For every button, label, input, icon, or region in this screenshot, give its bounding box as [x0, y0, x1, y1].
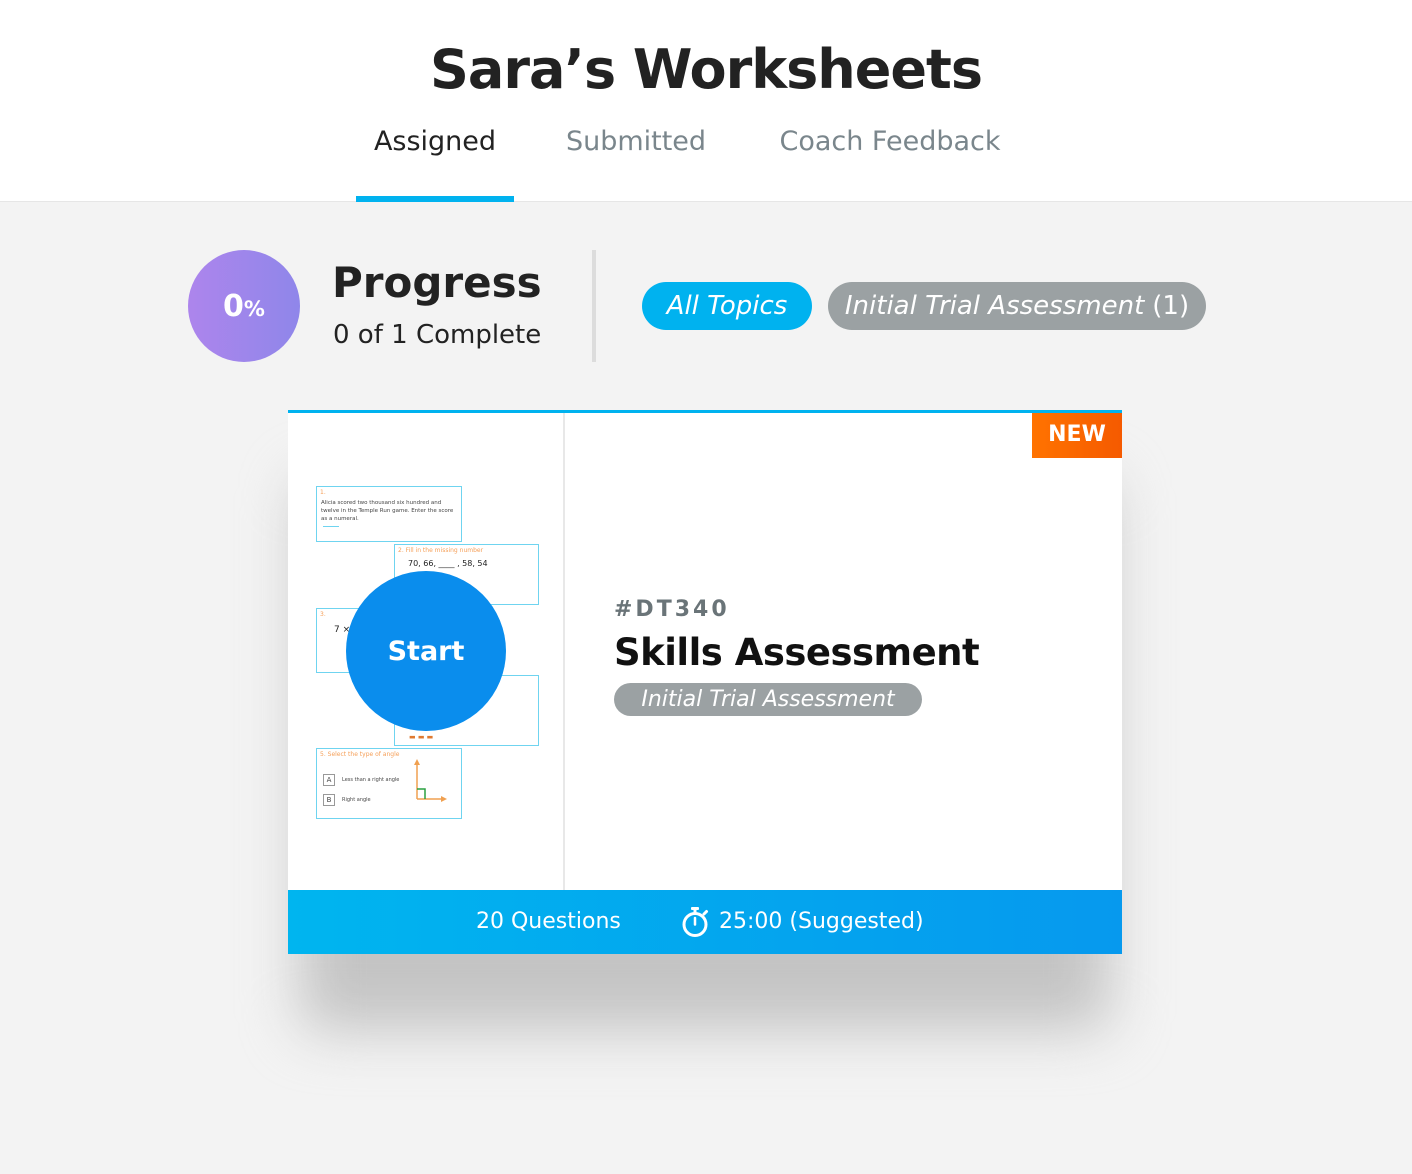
- page-header: Sara’s Worksheets Assigned Submitted Coa…: [0, 0, 1412, 202]
- start-button-label: Start: [387, 635, 465, 667]
- filter-chip-all-topics-label: All Topics: [666, 291, 788, 321]
- tab-submitted-label: Submitted: [565, 126, 707, 157]
- filter-chip-topic-count: (1): [1152, 291, 1190, 321]
- right-angle-diagram-icon: [414, 759, 447, 802]
- thumbnail-q5-option-a: Less than a right angle: [342, 777, 400, 783]
- worksheet-topic-tag: Initial Trial Assessment: [614, 683, 922, 716]
- filter-chip-initial-trial-assessment[interactable]: Initial Trial Assessment (1): [828, 282, 1206, 330]
- suggested-time: 25:00 (Suggested): [719, 909, 924, 934]
- thumbnail-q3-number: 3.: [320, 611, 326, 618]
- tab-submitted[interactable]: Submitted: [556, 126, 716, 202]
- thumbnail-q2-label: 2. Fill in the missing number: [398, 547, 484, 554]
- thumbnail-question-5: 5. Select the type of angle A Less than …: [316, 748, 462, 819]
- thumbnail-q2-sequence: 70, 66, ____ , 58, 54: [408, 559, 488, 568]
- thumbnail-question-1: 1. Alicia scored two thousand six hundre…: [316, 486, 462, 542]
- worksheet-code: #DT340: [614, 597, 730, 622]
- thumbnail-q5-label: 5. Select the type of angle: [320, 751, 400, 758]
- worksheet-thumbnail: 1. Alicia scored two thousand six hundre…: [288, 413, 565, 890]
- worksheet-title: Skills Assessment: [614, 631, 980, 674]
- progress-summary: 0 of 1 Complete: [333, 320, 542, 350]
- worksheet-card[interactable]: 1. Alicia scored two thousand six hundre…: [288, 410, 1122, 954]
- filter-chip-topic-label: Initial Trial Assessment: [844, 291, 1145, 321]
- active-tab-indicator: [356, 196, 514, 202]
- tab-coach-feedback-label: Coach Feedback: [779, 126, 1001, 157]
- thumbnail-q1-number: 1.: [320, 489, 326, 496]
- filter-chip-all-topics[interactable]: All Topics: [642, 282, 812, 330]
- tab-assigned-label: Assigned: [373, 126, 497, 157]
- page-title: Sara’s Worksheets: [430, 38, 983, 101]
- thumbnail-q1-answer-line: [323, 526, 339, 527]
- thumbnail-q1-text: Alicia scored two thousand six hundred a…: [321, 500, 454, 522]
- tab-bar: Assigned Submitted Coach Feedback: [0, 126, 1412, 202]
- vertical-divider: [592, 250, 596, 362]
- thumbnail-q5-option-b: Right angle: [342, 797, 371, 803]
- progress-title: Progress: [332, 258, 542, 307]
- thumbnail-q5-option-b-letter: B: [323, 794, 335, 806]
- thumbnail-q5-option-a-letter: A: [323, 774, 335, 786]
- card-footer: 20 Questions 25:00 (Suggested): [288, 890, 1122, 954]
- start-button[interactable]: Start: [346, 571, 506, 731]
- progress-circle: 0%: [188, 250, 300, 362]
- tab-coach-feedback[interactable]: Coach Feedback: [770, 126, 1010, 202]
- new-badge: NEW: [1032, 413, 1122, 458]
- progress-percent-value: 0: [223, 288, 244, 324]
- thumbnail-q4-images: ▬ ▬ ▬: [409, 733, 434, 741]
- question-count: 20 Questions: [476, 909, 621, 934]
- tab-assigned[interactable]: Assigned: [356, 126, 514, 202]
- progress-percent-sign: %: [243, 297, 265, 321]
- stopwatch-icon: [682, 907, 708, 937]
